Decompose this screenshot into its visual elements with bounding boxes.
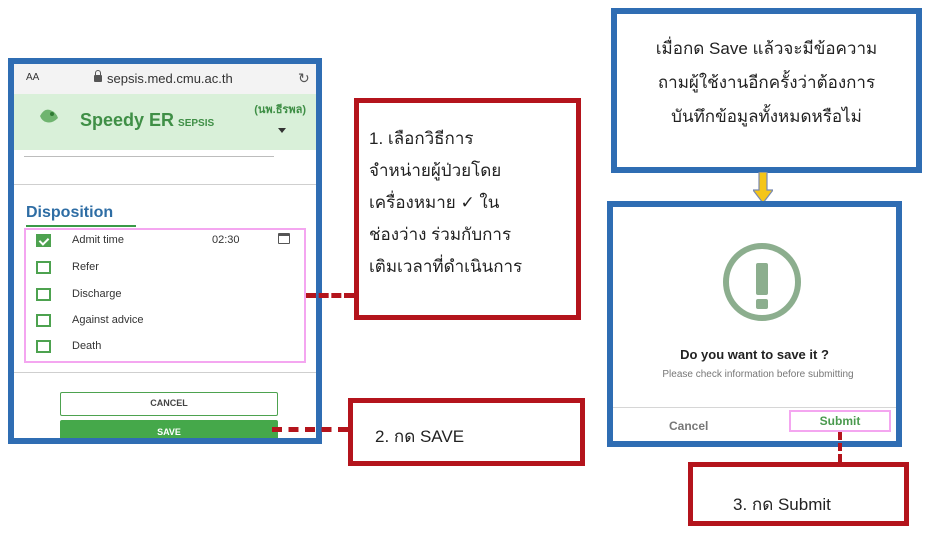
dialog-message: Please check information before submitti… [662, 369, 854, 380]
callout-line: เครื่องหมาย ✓ ใน [369, 193, 500, 212]
callout-step1: 1. เลือกวิธีการ จำหน่ายผู้ป่วยโดย เครื่อ… [354, 98, 581, 320]
note-box: เมื่อกด Save แล้วจะมีข้อความ ถามผู้ใช้งา… [611, 8, 922, 173]
callout-step3: 3. กด Submit [688, 462, 909, 526]
option-label: Against advice [72, 314, 144, 326]
user-name: (นพ.ธีรพล) [254, 104, 306, 116]
option-admit[interactable]: Admit time 02:30 [36, 232, 298, 252]
note-line: ถามผู้ใช้งานอีกครั้งว่าต้องการ [657, 73, 876, 92]
down-arrow-icon [753, 172, 773, 204]
callout-line: 1. เลือกวิธีการ [369, 129, 474, 148]
note-line: เมื่อกด Save แล้วจะมีข้อความ [655, 39, 878, 58]
url-text: sepsis.med.cmu.ac.th [107, 71, 233, 86]
option-refer[interactable]: Refer [36, 259, 298, 279]
callout-step3-text: 3. กด Submit [733, 495, 831, 514]
calendar-icon[interactable] [278, 233, 290, 244]
dialog-title: Do you want to save it ? [680, 347, 829, 362]
warning-icon-bar [756, 263, 768, 295]
phone-screenshot: AA sepsis.med.cmu.ac.th ↻ Speedy ER SEPSI… [8, 58, 322, 444]
callout-line: เติมเวลาที่ดำเนินการ [369, 257, 523, 276]
option-label: Admit time [72, 234, 124, 246]
section-underline [26, 225, 136, 227]
app-subtitle: SEPSIS [178, 118, 215, 129]
checkbox-against-advice[interactable] [36, 314, 51, 327]
option-death[interactable]: Death [36, 338, 298, 358]
note-text: เมื่อกด Save แล้วจะมีข้อความ ถามผู้ใช้งา… [617, 32, 916, 134]
option-discharge[interactable]: Discharge [36, 286, 298, 306]
app-title: Speedy ER SEPSIS [80, 110, 214, 131]
url-display[interactable]: sepsis.med.cmu.ac.th [94, 70, 233, 86]
app-title-text: Speedy ER [80, 110, 175, 130]
checkbox-refer[interactable] [36, 261, 51, 274]
divider [14, 372, 316, 373]
section-title-disposition: Disposition [26, 204, 114, 221]
disposition-options: Admit time 02:30 Refer Discharge Against… [24, 228, 306, 363]
callout-step1-text: 1. เลือกวิธีการ จำหน่ายผู้ป่วยโดย เครื่อ… [369, 123, 522, 283]
warning-icon-dot [756, 299, 768, 309]
callout-step2: 2. กด SAVE [348, 398, 585, 466]
connector-step1 [306, 293, 354, 298]
app-header: Speedy ER SEPSIS (นพ.ธีรพล) [14, 94, 316, 150]
reload-icon[interactable]: ↻ [298, 70, 310, 87]
checkbox-death[interactable] [36, 340, 51, 353]
divider [613, 407, 896, 408]
warning-icon [723, 243, 801, 321]
app-logo-icon [40, 109, 58, 123]
save-button[interactable]: SAVE [60, 420, 278, 438]
divider [24, 156, 274, 157]
connector-step3 [838, 432, 842, 462]
dialog-cancel-button[interactable]: Cancel [669, 419, 708, 433]
option-against-advice[interactable]: Against advice [36, 312, 298, 332]
callout-line: จำหน่ายผู้ป่วยโดย [369, 161, 502, 180]
checkbox-admit[interactable] [36, 234, 51, 247]
option-label: Refer [72, 261, 99, 273]
callout-step2-text: 2. กด SAVE [375, 427, 465, 446]
checkbox-discharge[interactable] [36, 288, 51, 301]
note-line: บันทึกข้อมูลทั้งหมดหรือไม่ [671, 107, 862, 126]
callout-line: ช่องว่าง ร่วมกับการ [369, 225, 512, 244]
admit-time-field[interactable]: 02:30 [212, 234, 240, 246]
text-size-button[interactable]: AA [26, 72, 39, 83]
confirm-dialog: Do you want to save it ? Please check in… [607, 201, 902, 447]
divider [14, 184, 316, 185]
browser-url-bar: AA sepsis.med.cmu.ac.th ↻ [14, 64, 316, 94]
option-label: Death [72, 340, 102, 352]
dialog-submit-button[interactable]: Submit [789, 410, 891, 432]
cancel-button[interactable]: CANCEL [60, 392, 278, 416]
option-label: Discharge [72, 288, 122, 300]
lock-icon [94, 70, 102, 82]
connector-step2 [272, 427, 348, 432]
chevron-down-icon[interactable] [278, 128, 286, 133]
